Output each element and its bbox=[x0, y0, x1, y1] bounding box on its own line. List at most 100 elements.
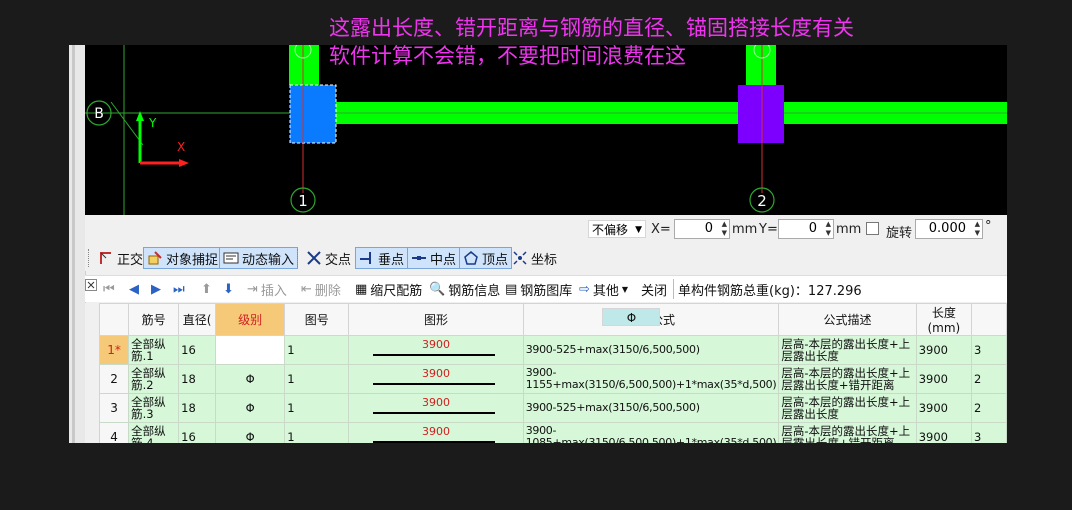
spin-arrows-icon[interactable]: ▲ ▼ bbox=[826, 220, 831, 238]
cell-description[interactable]: 层高-本层的露出长度+上层露出长度 bbox=[778, 393, 917, 423]
prev-record-button[interactable]: ◀ bbox=[129, 279, 139, 299]
move-down-button[interactable]: ⬇ bbox=[223, 279, 234, 299]
midpoint-button[interactable]: 中点 bbox=[407, 247, 461, 269]
close-button[interactable]: 关闭 bbox=[641, 279, 667, 299]
cell-formula[interactable]: 3900-1085+max(3150/6,500,500)+1*max(35*d… bbox=[522, 422, 780, 443]
last-icon: ⏭ bbox=[173, 281, 185, 297]
midpoint-icon bbox=[412, 256, 426, 260]
cell-grade[interactable]: Φ bbox=[215, 422, 286, 443]
other-menu-button[interactable]: ⇨ 其他 ▼ bbox=[579, 279, 628, 299]
table-row[interactable]: 1* 全部纵筋.1 16 Φ 1 3900 3900-525+max(3150/… bbox=[99, 308, 1007, 365]
coordinate-button[interactable]: 坐标 bbox=[509, 247, 560, 269]
delete-label: 删除 bbox=[314, 283, 341, 299]
rebar-line bbox=[373, 441, 495, 443]
rotate-input[interactable]: 0.000 ▲ ▼ bbox=[915, 219, 983, 239]
cell-figure-no[interactable]: 1 bbox=[284, 422, 350, 443]
cell-diameter[interactable]: 18 bbox=[178, 364, 217, 394]
cell-formula[interactable]: 3900-525+max(3150/6,500,500) bbox=[522, 335, 780, 365]
col-header-grade[interactable]: 级别 bbox=[215, 303, 286, 336]
x-offset-input[interactable]: 0 ▲ ▼ bbox=[674, 219, 730, 239]
y-offset-input[interactable]: 0 ▲ ▼ bbox=[778, 219, 834, 239]
cell-description[interactable]: 层高-本层的露出长度+上层露出长度 bbox=[778, 335, 917, 365]
intersection-button[interactable]: 交点 bbox=[303, 247, 354, 269]
last-record-button[interactable]: ⏭ bbox=[173, 279, 185, 299]
cell-figure[interactable]: 3900 bbox=[348, 335, 524, 365]
col-header-figure[interactable]: 图形 bbox=[348, 303, 524, 336]
cell-name[interactable]: 全部纵筋.4 bbox=[128, 422, 180, 443]
cell-diameter[interactable]: 16 bbox=[178, 422, 217, 443]
cell-figure[interactable]: 3900 bbox=[348, 422, 524, 443]
column[interactable] bbox=[738, 85, 784, 143]
cell-formula[interactable]: 3900-525+max(3150/6,500,500) bbox=[522, 393, 780, 423]
cell-grade[interactable]: Φ bbox=[215, 393, 286, 423]
cell-name[interactable]: 全部纵筋.1 bbox=[128, 335, 180, 365]
cell-length[interactable]: 3900 bbox=[915, 422, 972, 443]
spin-arrows-icon[interactable]: ▲ ▼ bbox=[722, 220, 727, 238]
cell-grade[interactable]: Φ bbox=[215, 364, 286, 394]
perpendicular-button[interactable]: 垂点 bbox=[355, 247, 409, 269]
spin-arrows-icon[interactable]: ▲ ▼ bbox=[975, 220, 980, 238]
cell-description[interactable]: 层高-本层的露出长度+上层露出长度+错开距离 bbox=[778, 364, 917, 394]
table-row[interactable]: 3 全部纵筋.3 18 Φ 1 3900 3900-525+max(3150/6… bbox=[99, 393, 1007, 423]
cad-canvas[interactable]: B 1 2 Y X bbox=[85, 45, 1007, 215]
col-header-figure-no[interactable]: 图号 bbox=[284, 303, 350, 336]
cell-figure[interactable]: 3900 bbox=[348, 364, 524, 394]
panel-close-icon[interactable] bbox=[85, 276, 97, 291]
col-header-count[interactable] bbox=[970, 303, 1007, 336]
table-row[interactable]: 2 全部纵筋.2 18 Φ 1 3900 3900-1155+max(3150/… bbox=[99, 364, 1007, 394]
cell-length[interactable]: 3900 bbox=[915, 364, 972, 394]
cell-count[interactable]: 2 bbox=[970, 364, 1007, 394]
column-selected[interactable] bbox=[289, 84, 337, 144]
row-index[interactable]: 1* bbox=[99, 335, 130, 365]
row-index[interactable]: 3 bbox=[99, 393, 130, 423]
cell-figure-no[interactable]: 1 bbox=[284, 393, 350, 423]
offset-mode-select[interactable]: 不偏移 ▼ bbox=[588, 220, 646, 238]
row-index[interactable]: 2 bbox=[99, 364, 130, 394]
cell-diameter[interactable]: 18 bbox=[178, 393, 217, 423]
chevron-down-icon: ▼ bbox=[621, 284, 629, 294]
axis-label-b: B bbox=[94, 106, 104, 122]
cell-description[interactable]: 层高-本层的露出长度+上层露出长度+错开距离 bbox=[778, 422, 917, 443]
delete-icon: ⇤ bbox=[301, 281, 312, 297]
rotate-checkbox[interactable] bbox=[866, 222, 879, 235]
cell-length[interactable]: 3900 bbox=[915, 393, 972, 423]
axis-label-1: 1 bbox=[298, 192, 308, 210]
cell-grade[interactable]: Φ bbox=[602, 308, 660, 326]
arrow-down-icon: ⬇ bbox=[223, 281, 234, 297]
col-header-diameter[interactable]: 直径( bbox=[178, 303, 217, 336]
col-header-length[interactable]: 长度(mm) bbox=[915, 303, 972, 336]
cell-count[interactable]: 3 bbox=[970, 335, 1007, 365]
cell-diameter[interactable]: 16 bbox=[178, 335, 217, 365]
cell-length[interactable]: 3900 bbox=[915, 335, 972, 365]
rebar-info-button[interactable]: 🔍 钢筋信息 bbox=[429, 279, 500, 299]
cell-figure[interactable]: 3900 bbox=[348, 393, 524, 423]
col-header-description[interactable]: 公式描述 bbox=[778, 303, 917, 336]
table-row[interactable]: 4 全部纵筋.4 16 Φ 1 3900 3900-1085+max(3150/… bbox=[99, 422, 1007, 443]
cell-name[interactable]: 全部纵筋.3 bbox=[128, 393, 180, 423]
ucs-x-label: X bbox=[177, 140, 185, 154]
dynamic-input-icon bbox=[223, 252, 239, 264]
cell-figure-no[interactable]: 1 bbox=[284, 364, 350, 394]
insert-button[interactable]: ⇥ 插入 bbox=[247, 279, 287, 299]
object-snap-button[interactable]: 对象捕捉 bbox=[143, 247, 223, 269]
offset-toolbar: 不偏移 ▼ X= 0 ▲ ▼ mm Y= 0 ▲ ▼ mm 旋转 0.000 ▲ ▼ … bbox=[85, 215, 1007, 245]
scale-rebar-button[interactable]: ▦ 缩尺配筋 bbox=[355, 279, 422, 299]
rebar-table: 筋号 直径( 级别 图号 图形 计算公式 公式描述 长度(mm) 1* 全部纵筋… bbox=[99, 303, 1007, 443]
col-header-name[interactable]: 筋号 bbox=[128, 303, 180, 336]
vertex-button[interactable]: 顶点 bbox=[459, 247, 513, 269]
move-up-button[interactable]: ⬆ bbox=[201, 279, 212, 299]
cell-count[interactable]: 3 bbox=[970, 422, 1007, 443]
x-offset-value: 0 bbox=[704, 221, 713, 236]
row-index[interactable]: 4 bbox=[99, 422, 130, 443]
delete-button[interactable]: ⇤ 删除 bbox=[301, 279, 341, 299]
cell-name[interactable]: 全部纵筋.2 bbox=[128, 364, 180, 394]
figure-length: 3900 bbox=[421, 425, 450, 438]
ortho-button[interactable]: 正交 bbox=[95, 247, 146, 269]
dynamic-input-button[interactable]: 动态输入 bbox=[219, 247, 299, 269]
cell-figure-no[interactable]: 1 bbox=[284, 335, 350, 365]
cell-count[interactable]: 2 bbox=[970, 393, 1007, 423]
first-record-button[interactable]: ⏮ bbox=[103, 279, 115, 299]
cell-formula[interactable]: 3900-1155+max(3150/6,500,500)+1*max(35*d… bbox=[522, 364, 780, 394]
next-record-button[interactable]: ▶ bbox=[151, 279, 161, 299]
rebar-library-button[interactable]: ▤ 钢筋图库 bbox=[505, 279, 572, 299]
